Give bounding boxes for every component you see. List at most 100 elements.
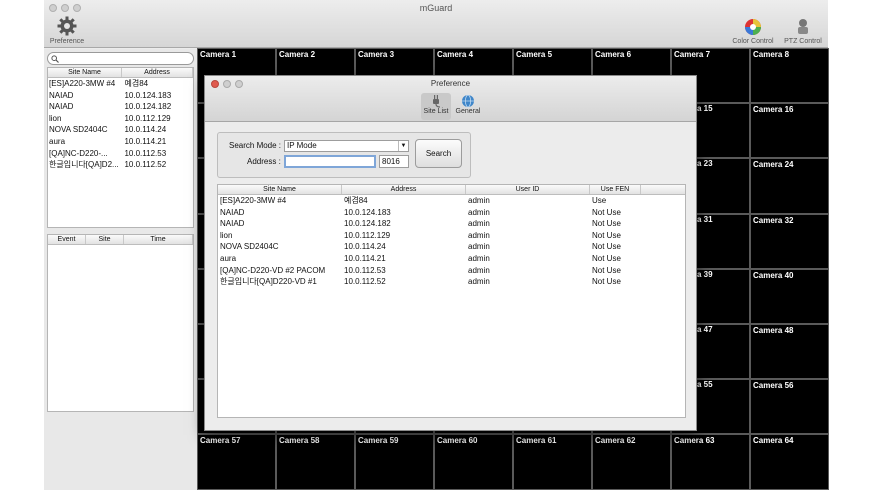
camera-label: Camera 40 [753, 270, 794, 280]
col-spacer [641, 185, 685, 194]
row-user-id: admin [468, 196, 490, 205]
site-list-item[interactable]: [QA]NC-D220-... 10.0.112.53 [48, 148, 193, 160]
camera-label-partial: a 47 [697, 325, 713, 334]
search-button[interactable]: Search [415, 139, 462, 168]
col-address[interactable]: Address [122, 68, 193, 77]
camera-label: Camera 24 [753, 160, 794, 170]
table-row[interactable]: 한글입니다[QA]D220-VD #1 10.0.112.52 admin Not U… [218, 276, 685, 288]
row-address: 10.0.124.182 [344, 219, 391, 229]
site-list-item[interactable]: [ES]A220-3MW #4 예겸84 [48, 78, 193, 90]
table-row[interactable]: lion 10.0.112.129 admin Not Use [218, 230, 685, 242]
color-wheel-icon [745, 19, 761, 35]
ptz-control-button[interactable]: PTZ Control [780, 18, 826, 45]
event-list-header: Event Site Time [48, 235, 193, 245]
camera-label: Camera 63 [674, 436, 715, 446]
tab-site-list[interactable]: Site List [421, 93, 451, 120]
table-row[interactable]: aura 10.0.114.21 admin Not Use [218, 253, 685, 265]
row-user-id: admin [468, 219, 490, 229]
site-address: 10.0.114.21 [124, 136, 167, 146]
camera-view[interactable]: Camera 57 [197, 434, 276, 490]
camera-view[interactable]: Camera 58 [276, 434, 355, 490]
tab-general[interactable]: General [453, 93, 483, 120]
col-time[interactable]: Time [124, 235, 193, 244]
site-list-panel: Site Name Address [ES]A220-3MW #4 예겸84 NAI… [47, 67, 194, 228]
camera-view[interactable]: Camera 32 [750, 213, 829, 269]
site-search-input[interactable] [47, 52, 194, 65]
site-address: 10.0.124.182 [124, 102, 172, 112]
col-site-name[interactable]: Site Name [218, 185, 342, 194]
color-control-button[interactable]: Color Control [730, 18, 776, 45]
camera-label: Camera 4 [437, 50, 474, 59]
site-list-item[interactable]: NAIAD 10.0.124.183 [48, 90, 193, 102]
camera-label: Camera 58 [279, 436, 320, 446]
table-row[interactable]: NAIAD 10.0.124.182 admin Not Use [218, 218, 685, 230]
port-value: 8016 [382, 157, 400, 166]
camera-view[interactable]: Camera 56 [750, 379, 829, 435]
window-titlebar: mGuard Preference Color Control PTZ Cont… [44, 0, 828, 48]
site-list-item[interactable]: aura 10.0.114.21 [48, 136, 193, 148]
camera-view[interactable]: Camera 8 [750, 48, 829, 104]
camera-view[interactable]: Camera 59 [355, 434, 434, 490]
row-use-fen: Not Use [592, 207, 621, 217]
camera-label: Camera 32 [753, 215, 794, 225]
camera-view[interactable]: Camera 24 [750, 158, 829, 214]
dialog-title: Preference [430, 79, 471, 88]
site-list-item[interactable]: lion 10.0.112.129 [48, 113, 193, 125]
row-user-id: admin [468, 207, 490, 217]
camera-view[interactable]: Camera 60 [434, 434, 513, 490]
right-backdrop [828, 0, 870, 490]
camera-label: Camera 8 [753, 50, 790, 59]
row-user-id: admin [468, 265, 490, 275]
table-row[interactable]: [ES]A220-3MW #4 예겸84 admin Use [218, 195, 685, 207]
address-input[interactable] [284, 155, 376, 168]
row-address: 10.0.124.183 [344, 207, 391, 217]
table-row[interactable]: [QA]NC-D220-VD #2 PACOM 10.0.112.53 admin N… [218, 265, 685, 277]
row-address: 10.0.112.53 [344, 265, 386, 275]
preference-button[interactable]: Preference [47, 16, 87, 45]
camera-view[interactable]: Camera 64 [750, 434, 829, 490]
row-address: 예겸84 [344, 196, 368, 205]
row-address: 10.0.112.129 [344, 230, 391, 240]
camera-view[interactable]: Camera 48 [750, 324, 829, 380]
ptz-control-label: PTZ Control [784, 38, 822, 45]
row-user-id: admin [468, 242, 490, 252]
site-list-item[interactable]: 한글입니다[QA]D2... 10.0.112.52 [48, 159, 193, 171]
col-site[interactable]: Site [86, 235, 124, 244]
col-user-id[interactable]: User ID [466, 185, 590, 194]
site-name: NOVA SD2404C [49, 125, 108, 135]
row-site-name: aura [220, 253, 237, 263]
search-mode-label: Search Mode : [229, 141, 282, 150]
camera-view[interactable]: Camera 62 [592, 434, 671, 490]
site-list-item[interactable]: NAIAD 10.0.124.182 [48, 101, 193, 113]
row-use-fen: Not Use [592, 265, 621, 275]
camera-label: Camera 56 [753, 381, 794, 391]
event-list-panel: Event Site Time [47, 234, 194, 412]
camera-label: Camera 64 [753, 436, 794, 446]
camera-view[interactable]: Camera 61 [513, 434, 592, 490]
camera-view[interactable]: Camera 40 [750, 268, 829, 324]
col-site-name[interactable]: Site Name [48, 68, 122, 77]
camera-label: Camera 1 [200, 50, 237, 59]
site-address: 10.0.112.52 [124, 160, 167, 170]
row-use-fen: Not Use [592, 242, 621, 252]
camera-view[interactable]: Camera 63 [671, 434, 750, 490]
site-list-item[interactable]: NOVA SD2404C 10.0.114.24 [48, 124, 193, 136]
row-use-fen: Not Use [592, 253, 621, 263]
col-use-fen[interactable]: Use FEN [590, 185, 641, 194]
row-site-name: 한글입니다[QA]D220-VD #1 [220, 277, 317, 287]
ptz-camera-icon [798, 19, 808, 34]
gear-icon [57, 16, 77, 36]
table-row[interactable]: NAIAD 10.0.124.183 admin Not Use [218, 207, 685, 219]
row-address: 10.0.112.52 [344, 277, 386, 287]
camera-view[interactable]: Camera 16 [750, 103, 829, 159]
site-table-rows: [ES]A220-3MW #4 예겸84 admin Use NAIAD 10.0.124… [218, 195, 685, 288]
col-address[interactable]: Address [342, 185, 466, 194]
port-input[interactable]: 8016 [379, 155, 409, 168]
col-event[interactable]: Event [48, 235, 86, 244]
search-mode-select[interactable]: IP Mode ▼ [284, 140, 409, 152]
row-user-id: admin [468, 230, 490, 240]
table-row[interactable]: NOVA SD2404C 10.0.114.24 admin Not Use [218, 241, 685, 253]
globe-icon [462, 94, 474, 108]
site-address: 10.0.124.183 [124, 90, 172, 100]
color-control-label: Color Control [732, 38, 774, 45]
